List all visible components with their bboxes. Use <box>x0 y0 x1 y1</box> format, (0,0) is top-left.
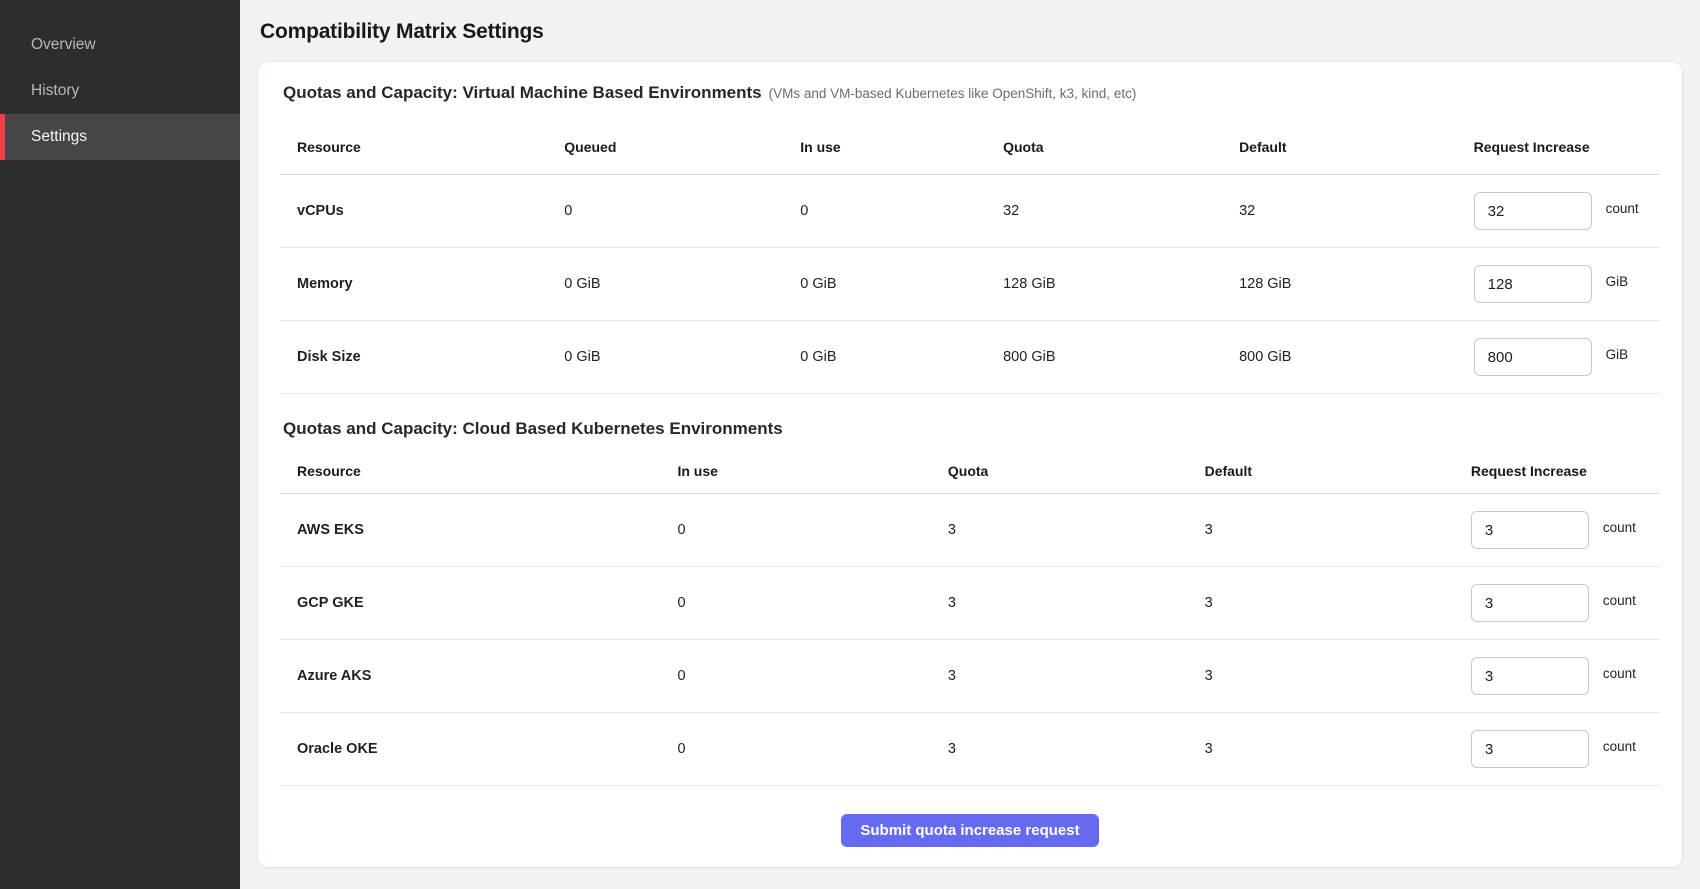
sidebar-item-label: Settings <box>31 128 87 146</box>
column-header-queued: Queued <box>564 139 800 155</box>
submit-quota-increase-button[interactable]: Submit quota increase request <box>841 814 1098 847</box>
request-increase-input-azure-aks[interactable] <box>1471 657 1589 695</box>
value-quota: 128 GiB <box>1003 276 1239 292</box>
unit-label: count <box>1603 739 1636 754</box>
resource-name: Memory <box>280 276 564 292</box>
unit-label: count <box>1603 520 1636 535</box>
value-in-use: 0 <box>677 668 947 684</box>
column-header-default: Default <box>1205 463 1471 479</box>
column-header-quota: Quota <box>1003 139 1239 155</box>
resource-name: AWS EKS <box>280 522 677 538</box>
value-quota: 3 <box>948 668 1205 684</box>
column-header-request-increase: Request Increase <box>1471 463 1660 479</box>
value-queued: 0 GiB <box>564 276 800 292</box>
request-increase-cell: GiB <box>1474 265 1660 303</box>
value-quota: 32 <box>1003 203 1239 219</box>
value-quota: 800 GiB <box>1003 349 1239 365</box>
request-increase-cell: count <box>1471 584 1660 622</box>
value-default: 3 <box>1205 668 1471 684</box>
value-in-use: 0 <box>800 203 1003 219</box>
column-header-quota: Quota <box>948 463 1205 479</box>
column-header-request-increase: Request Increase <box>1474 139 1660 155</box>
section-heading-text: Quotas and Capacity: Cloud Based Kuberne… <box>283 419 783 438</box>
table-row-azure-aks: Azure AKS033count <box>280 640 1660 713</box>
section-heading-text: Quotas and Capacity: Virtual Machine Bas… <box>283 83 762 102</box>
request-increase-input-disk-size[interactable] <box>1474 338 1592 376</box>
value-in-use: 0 <box>677 741 947 757</box>
table-header-row: ResourceQueuedIn useQuotaDefaultRequest … <box>280 119 1660 175</box>
page-title: Compatibility Matrix Settings <box>260 18 1682 45</box>
quota-sections: Quotas and Capacity: Virtual Machine Bas… <box>280 82 1660 786</box>
value-default: 3 <box>1205 595 1471 611</box>
value-default: 128 GiB <box>1239 276 1474 292</box>
request-increase-input-vcpus[interactable] <box>1474 192 1592 230</box>
request-increase-input-aws-eks[interactable] <box>1471 511 1589 549</box>
table-header-row: ResourceIn useQuotaDefaultRequest Increa… <box>280 448 1660 494</box>
unit-label: count <box>1603 666 1636 681</box>
unit-label: GiB <box>1606 347 1629 362</box>
value-quota: 3 <box>948 741 1205 757</box>
value-default: 32 <box>1239 203 1474 219</box>
sidebar-item-overview[interactable]: Overview <box>0 22 240 68</box>
value-queued: 0 GiB <box>564 349 800 365</box>
section-heading-vm: Quotas and Capacity: Virtual Machine Bas… <box>283 82 1660 105</box>
resource-name: Disk Size <box>280 349 564 365</box>
value-default: 800 GiB <box>1239 349 1474 365</box>
unit-label: count <box>1603 593 1636 608</box>
value-in-use: 0 <box>677 522 947 538</box>
value-default: 3 <box>1205 522 1471 538</box>
request-increase-cell: count <box>1474 192 1660 230</box>
sidebar-item-label: History <box>31 82 79 100</box>
table-row-gcp-gke: GCP GKE033count <box>280 567 1660 640</box>
value-in-use: 0 GiB <box>800 276 1003 292</box>
request-increase-cell: count <box>1471 730 1660 768</box>
table-row-disk-size: Disk Size0 GiB0 GiB800 GiB800 GiBGiB <box>280 321 1660 394</box>
request-increase-input-memory[interactable] <box>1474 265 1592 303</box>
request-increase-cell: GiB <box>1474 338 1660 376</box>
request-increase-cell: count <box>1471 657 1660 695</box>
resource-name: vCPUs <box>280 203 564 219</box>
value-quota: 3 <box>948 522 1205 538</box>
table-row-aws-eks: AWS EKS033count <box>280 494 1660 567</box>
unit-label: GiB <box>1606 274 1629 289</box>
quota-table-cloud: ResourceIn useQuotaDefaultRequest Increa… <box>280 448 1660 786</box>
value-in-use: 0 GiB <box>800 349 1003 365</box>
section-subtitle: (VMs and VM-based Kubernetes like OpenSh… <box>769 86 1137 101</box>
column-header-resource: Resource <box>280 139 564 155</box>
column-header-resource: Resource <box>280 463 677 479</box>
table-row-memory: Memory0 GiB0 GiB128 GiB128 GiBGiB <box>280 248 1660 321</box>
request-increase-cell: count <box>1471 511 1660 549</box>
request-increase-input-oracle-oke[interactable] <box>1471 730 1589 768</box>
table-row-oracle-oke: Oracle OKE033count <box>280 713 1660 786</box>
app-window: Overview History Settings Compatibility Ma… <box>0 0 1700 889</box>
sidebar-item-history[interactable]: History <box>0 68 240 114</box>
column-header-in-use: In use <box>800 139 1003 155</box>
resource-name: Azure AKS <box>280 668 677 684</box>
request-increase-input-gcp-gke[interactable] <box>1471 584 1589 622</box>
card-footer: Submit quota increase request <box>280 786 1660 847</box>
resource-name: Oracle OKE <box>280 741 677 757</box>
column-header-in-use: In use <box>677 463 947 479</box>
quota-table-vm: ResourceQueuedIn useQuotaDefaultRequest … <box>280 119 1660 394</box>
settings-card: Quotas and Capacity: Virtual Machine Bas… <box>258 62 1682 867</box>
column-header-default: Default <box>1239 139 1474 155</box>
main-content: Compatibility Matrix Settings Quotas and… <box>240 0 1700 889</box>
resource-name: GCP GKE <box>280 595 677 611</box>
sidebar: Overview History Settings <box>0 0 240 889</box>
value-queued: 0 <box>564 203 800 219</box>
sidebar-item-label: Overview <box>31 36 96 54</box>
value-default: 3 <box>1205 741 1471 757</box>
value-in-use: 0 <box>677 595 947 611</box>
sidebar-item-settings[interactable]: Settings <box>0 114 240 160</box>
value-quota: 3 <box>948 595 1205 611</box>
table-row-vcpus: vCPUs003232count <box>280 175 1660 248</box>
section-heading-cloud: Quotas and Capacity: Cloud Based Kuberne… <box>283 418 1660 440</box>
unit-label: count <box>1606 201 1639 216</box>
